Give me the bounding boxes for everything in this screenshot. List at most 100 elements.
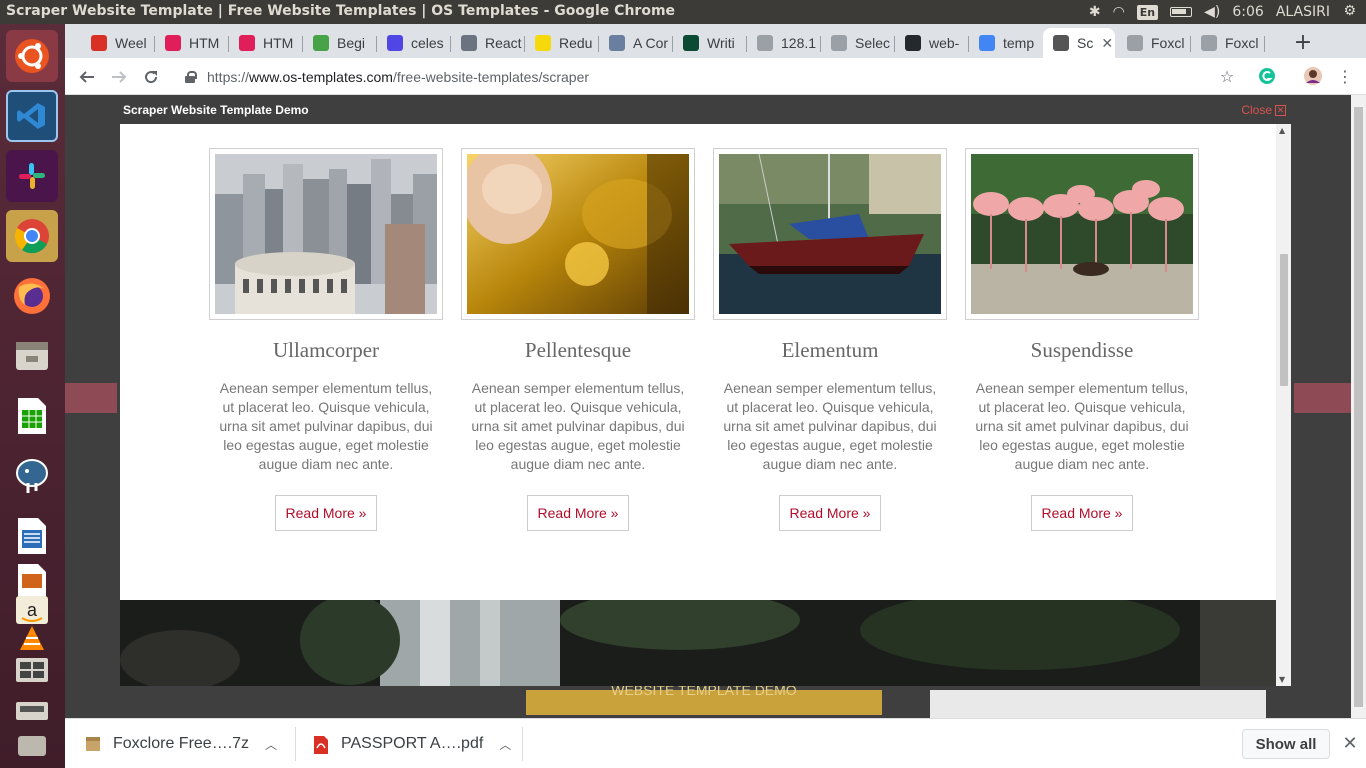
google-icon — [979, 35, 995, 51]
page-scrollbar-thumb[interactable] — [1354, 107, 1363, 707]
address-bar[interactable]: https://www.os-templates.com/free-websit… — [185, 64, 1255, 90]
tab-label: Weel — [115, 35, 147, 51]
workspace-switcher-icon[interactable] — [6, 652, 58, 688]
sailboat-photo[interactable] — [719, 154, 941, 314]
feature-card: Elementum Aenean semper elementum tellus… — [713, 148, 947, 531]
read-more-link[interactable]: Read More » — [1030, 495, 1134, 531]
chrome-icon[interactable] — [6, 210, 58, 262]
tab-label: Foxcl — [1225, 35, 1259, 51]
new-tab-button[interactable]: + — [1289, 28, 1317, 56]
clock[interactable]: 6:06 — [1232, 4, 1263, 20]
tab-14[interactable]: Foxcl — [1117, 28, 1189, 58]
tab-2[interactable]: HTM — [229, 28, 301, 58]
bookmark-star-icon[interactable]: ☆ — [1217, 66, 1237, 86]
tab-label: Writi — [707, 35, 735, 51]
trash-icon[interactable] — [6, 728, 58, 762]
lock-icon[interactable] — [185, 71, 197, 83]
card-image-frame — [209, 148, 443, 320]
battery-icon[interactable] — [1170, 7, 1193, 17]
tab-15[interactable]: Foxcl — [1191, 28, 1263, 58]
show-all-downloads-button[interactable]: Show all — [1242, 729, 1330, 759]
scanner-icon[interactable] — [6, 692, 58, 728]
grammarly-icon[interactable] — [1257, 66, 1277, 86]
power-gear-icon[interactable]: ⚙ — [1343, 3, 1356, 19]
url-path: /free-website-templates/scraper — [392, 69, 590, 85]
scroll-up-icon[interactable]: ▲ — [1279, 126, 1285, 135]
tab-label: Foxcl — [1151, 35, 1185, 51]
user-name[interactable]: ALASIRI — [1276, 4, 1330, 20]
frame-scrollbar-thumb[interactable] — [1280, 254, 1288, 386]
tab-6[interactable]: Redu — [525, 28, 597, 58]
tab-1[interactable]: HTM — [155, 28, 227, 58]
doc-icon — [1201, 35, 1217, 51]
doc-icon — [1127, 35, 1143, 51]
background-red-band-right — [1294, 383, 1351, 413]
tab-11[interactable]: web- — [895, 28, 967, 58]
tab-13[interactable]: Sc ✕ — [1043, 28, 1115, 58]
github-icon — [905, 35, 921, 51]
close-tab-icon[interactable]: ✕ — [1101, 35, 1113, 52]
dc-icon — [609, 35, 625, 51]
firefox-icon[interactable] — [6, 270, 58, 322]
profile-avatar[interactable] — [1303, 66, 1323, 86]
demo-frame: Ullamcorper Aenean semper elementum tell… — [120, 124, 1291, 686]
tab-10[interactable]: Selec — [821, 28, 893, 58]
demo-modal-title: Scraper Website Template Demo — [123, 103, 309, 117]
chevron-up-icon[interactable]: ︿ — [499, 736, 511, 753]
libreoffice-calc-icon[interactable] — [6, 390, 58, 442]
slack-icon[interactable]: ✱ — [1089, 4, 1101, 20]
files-icon[interactable] — [6, 330, 58, 382]
ubuntu-dash-icon[interactable] — [6, 30, 58, 82]
back-button[interactable] — [74, 64, 100, 90]
chevron-up-icon[interactable]: ︿ — [265, 736, 277, 753]
feature-card: Pellentesque Aenean semper elementum tel… — [461, 148, 695, 531]
read-more-link[interactable]: Read More » — [778, 495, 882, 531]
demo-frame-content: Ullamcorper Aenean semper elementum tell… — [120, 124, 1276, 686]
close-icon[interactable]: ✕ — [1275, 104, 1286, 116]
frame-scrollbar[interactable]: ▲ ▼ — [1276, 124, 1291, 686]
tab-9[interactable]: 128.1 — [747, 28, 819, 58]
demo-modal-header: Scraper Website Template Demo Close ✕ — [120, 100, 1290, 124]
download-item[interactable]: PASSPORT A….pdf ︿ — [313, 719, 511, 768]
menu-kebab-icon[interactable]: ⋮ — [1335, 66, 1355, 86]
feature-card: Ullamcorper Aenean semper elementum tell… — [209, 148, 443, 531]
vscode-icon[interactable] — [6, 90, 58, 142]
close-downloads-icon[interactable]: ✕ — [1339, 732, 1361, 754]
system-top-bar: Scraper Website Template | Free Website … — [0, 0, 1366, 24]
redux-icon — [535, 35, 551, 51]
download-item[interactable]: Foxclore Free….7z ︿ — [85, 719, 277, 768]
tab-label: A Cor — [633, 35, 669, 51]
vlc-icon[interactable] — [6, 622, 58, 656]
flamingos-photo[interactable] — [971, 154, 1193, 314]
reload-button[interactable] — [138, 64, 164, 90]
card-text: Aenean semper elementum tellus, ut place… — [471, 380, 685, 472]
tab-3[interactable]: Begi — [303, 28, 375, 58]
pgadmin-elephant-icon[interactable] — [6, 450, 58, 502]
read-more-link[interactable]: Read More » — [526, 495, 630, 531]
demo-close-button[interactable]: Close ✕ — [1241, 103, 1286, 117]
card-text: Aenean semper elementum tellus, ut place… — [219, 380, 433, 472]
tab-7[interactable]: A Cor — [599, 28, 671, 58]
tab-4[interactable]: celes — [377, 28, 449, 58]
slack-icon[interactable] — [6, 150, 58, 202]
page-scrollbar[interactable] — [1351, 95, 1366, 718]
card-title: Ullamcorper — [272, 338, 380, 362]
read-more-link[interactable]: Read More » — [274, 495, 378, 531]
tab-8[interactable]: Writi — [673, 28, 745, 58]
card-image-frame — [713, 148, 947, 320]
card-text: Aenean semper elementum tellus, ut place… — [975, 380, 1189, 472]
doc-icon — [757, 35, 773, 51]
tab-label: temp — [1003, 35, 1035, 51]
scroll-down-icon[interactable]: ▼ — [1279, 675, 1285, 684]
saxophone-photo[interactable] — [467, 154, 689, 314]
forward-button[interactable] — [106, 64, 132, 90]
libreoffice-writer-icon[interactable] — [6, 510, 58, 562]
input-language[interactable]: En — [1136, 4, 1159, 20]
tab-5[interactable]: React — [451, 28, 523, 58]
tab-0[interactable]: Weel — [81, 28, 153, 58]
city-skyline-photo[interactable] — [215, 154, 437, 314]
tab-label: React — [485, 35, 522, 51]
volume-icon[interactable]: ◀) — [1204, 4, 1220, 20]
wifi-icon[interactable]: ◠ — [1113, 4, 1125, 20]
tab-12[interactable]: temp — [969, 28, 1041, 58]
